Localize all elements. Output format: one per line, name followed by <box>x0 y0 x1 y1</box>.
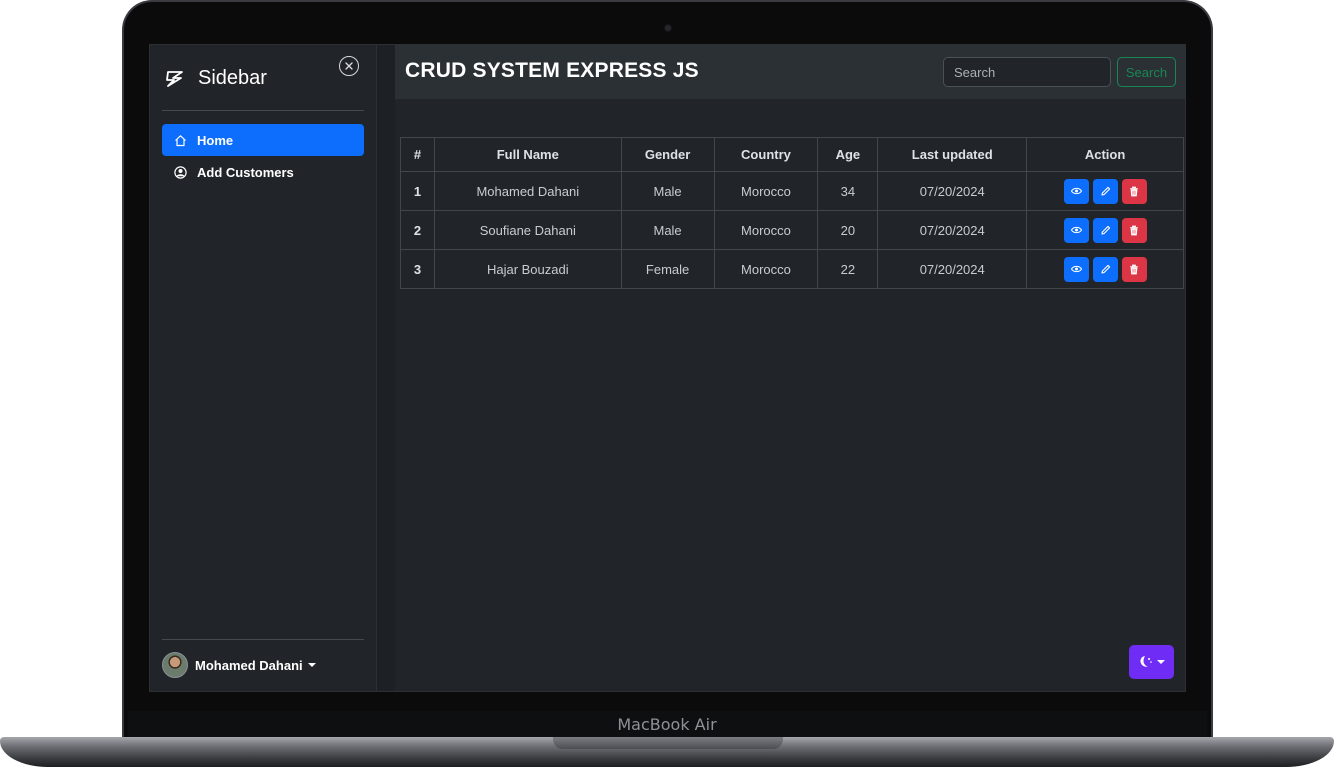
caret-down-icon <box>307 663 316 667</box>
page-title: CRUD SYSTEM EXPRESS JS <box>405 59 699 82</box>
column-header-country: Country <box>713 137 819 172</box>
column-header-full-name: Full Name <box>433 137 622 172</box>
view-button[interactable] <box>1063 217 1089 243</box>
delete-button[interactable] <box>1121 178 1147 204</box>
cell-gender: Female <box>620 249 715 289</box>
cell-age: 34 <box>817 171 879 211</box>
person-circle-icon <box>174 165 187 179</box>
sidebar-item-label: Home <box>197 132 234 148</box>
eye-icon <box>1070 226 1082 234</box>
eye-icon <box>1070 187 1082 195</box>
sidebar-item-home[interactable]: Home <box>162 124 364 156</box>
user-name: Mohamed Dahani <box>195 657 303 673</box>
table-row: 1 Mohamed Dahani Male Morocco 34 07/20/2… <box>400 171 1184 211</box>
user-menu[interactable]: Mohamed Dahani <box>162 652 316 678</box>
moon-stars-icon <box>1140 656 1152 667</box>
caret-down-icon <box>1157 660 1165 664</box>
sidebar: Sidebar Home Add Customers Mohamed Dahan… <box>150 45 377 691</box>
table-header-row: # Full Name Gender Country Age Last upda… <box>400 137 1184 172</box>
sidebar-title: Sidebar <box>198 67 267 89</box>
customers-table-container: # Full Name Gender Country Age Last upda… <box>400 137 1184 289</box>
column-header-index: # <box>400 137 435 172</box>
lightning-icon <box>164 70 186 88</box>
app-screen: Sidebar Home Add Customers Mohamed Dahan… <box>149 44 1186 692</box>
delete-button[interactable] <box>1121 256 1147 282</box>
house-icon <box>175 134 186 146</box>
cell-last-updated: 07/20/2024 <box>877 249 1028 289</box>
sidebar-item-label: Add Customers <box>197 164 294 180</box>
main-content: CRUD SYSTEM EXPRESS JS Search # <box>377 45 1185 691</box>
column-header-action: Action <box>1026 137 1184 172</box>
cell-age: 20 <box>817 210 879 250</box>
pencil-icon <box>1101 264 1110 274</box>
cell-index: 3 <box>400 249 435 289</box>
pencil-icon <box>1101 225 1110 235</box>
cell-country: Morocco <box>713 210 819 250</box>
cell-full-name: Soufiane Dahani <box>433 210 622 250</box>
table-row: 2 Soufiane Dahani Male Morocco 20 07/20/… <box>400 210 1184 250</box>
column-header-gender: Gender <box>620 137 715 172</box>
cell-actions <box>1026 210 1184 250</box>
cell-gender: Male <box>620 171 715 211</box>
cell-last-updated: 07/20/2024 <box>877 171 1028 211</box>
edit-button[interactable] <box>1092 256 1118 282</box>
theme-toggle-button[interactable] <box>1129 645 1174 679</box>
sidebar-item-add-customers[interactable]: Add Customers <box>162 156 364 188</box>
avatar <box>162 652 188 678</box>
close-icon <box>345 62 353 70</box>
cell-country: Morocco <box>713 171 819 211</box>
column-header-age: Age <box>817 137 879 172</box>
sidebar-divider-bottom <box>162 639 364 640</box>
cell-country: Morocco <box>713 249 819 289</box>
cell-actions <box>1026 249 1184 289</box>
search-button[interactable]: Search <box>1117 57 1176 87</box>
cell-index: 1 <box>400 171 435 211</box>
trash-icon <box>1130 186 1139 196</box>
sidebar-divider-top <box>162 110 364 111</box>
eye-icon <box>1070 265 1082 273</box>
cell-last-updated: 07/20/2024 <box>877 210 1028 250</box>
view-button[interactable] <box>1063 256 1089 282</box>
customers-table: # Full Name Gender Country Age Last upda… <box>400 137 1184 289</box>
trash-icon <box>1130 225 1139 235</box>
search-input[interactable] <box>943 57 1111 87</box>
top-navbar: CRUD SYSTEM EXPRESS JS Search <box>395 45 1185 99</box>
cell-age: 22 <box>817 249 879 289</box>
main-gutter <box>377 45 395 691</box>
pencil-icon <box>1101 186 1110 196</box>
column-header-last-updated: Last updated <box>877 137 1028 172</box>
edit-button[interactable] <box>1092 217 1118 243</box>
cell-full-name: Mohamed Dahani <box>433 171 622 211</box>
cell-gender: Male <box>620 210 715 250</box>
cell-index: 2 <box>400 210 435 250</box>
cell-actions <box>1026 171 1184 211</box>
sidebar-brand[interactable]: Sidebar <box>164 67 267 90</box>
edit-button[interactable] <box>1092 178 1118 204</box>
cell-full-name: Hajar Bouzadi <box>433 249 622 289</box>
delete-button[interactable] <box>1121 217 1147 243</box>
laptop-notch <box>553 737 783 749</box>
trash-icon <box>1130 264 1139 274</box>
device-label: MacBook Air <box>617 715 717 734</box>
close-sidebar-button[interactable] <box>339 56 359 76</box>
table-row: 3 Hajar Bouzadi Female Morocco 22 07/20/… <box>400 249 1184 289</box>
camera <box>665 25 671 31</box>
view-button[interactable] <box>1063 178 1089 204</box>
